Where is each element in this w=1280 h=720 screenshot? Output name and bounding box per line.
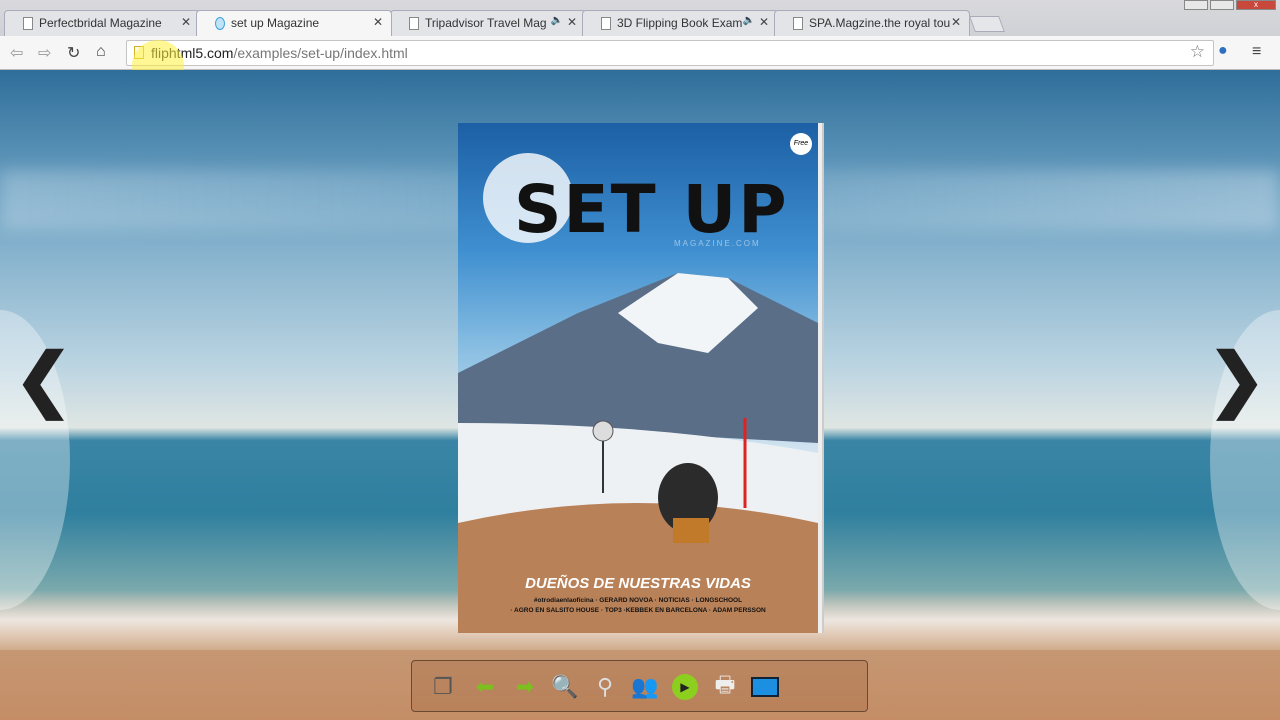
window-controls: x [1184, 0, 1276, 10]
close-tab-icon[interactable]: ✕ [567, 15, 577, 29]
tab-label: SPA.Magzine.the royal tou [809, 16, 951, 30]
tab-label: Tripadvisor Travel Mag [425, 16, 547, 30]
tab-label: Perfectbridal Magazine [39, 16, 162, 30]
menu-icon[interactable]: ≡ [1252, 43, 1261, 61]
url-domain: fliphtml5.com [151, 45, 234, 61]
share-icon[interactable]: 👥 [630, 673, 660, 701]
tab-label: 3D Flipping Book Exam [617, 16, 743, 30]
fliphtml5-icon [215, 17, 225, 30]
close-tab-icon[interactable]: ✕ [181, 15, 191, 29]
cover-headline: DUEÑOS DE NUESTRAS VIDAS [525, 575, 751, 592]
home-icon[interactable]: ⌂ [96, 43, 106, 61]
minimize-button[interactable] [1184, 0, 1208, 10]
flipbook-stage: ❮ ❯ Free SET UP MAGAZINE.COM DUEÑOS DE N… [0, 70, 1280, 720]
back-icon[interactable]: ⇦ [10, 43, 23, 63]
page-icon [23, 17, 33, 30]
flipbook-toolbar: ❐ ⬅ ➡ 🔍 ⚲ 👥 ▶ 🖶 [411, 660, 868, 712]
close-tab-icon[interactable]: ✕ [373, 15, 383, 29]
print-icon[interactable]: 🖶 [710, 672, 740, 701]
reload-icon[interactable]: ↻ [67, 43, 80, 63]
free-badge: Free [790, 133, 812, 155]
fullscreen-icon[interactable] [750, 673, 780, 701]
globe-icon[interactable]: ● [1218, 42, 1228, 60]
cover-title: SET UP [514, 171, 789, 248]
next-page-arrow[interactable]: ❯ [1207, 338, 1266, 420]
cover-credits-1: #otrodiaenlaoficina · GERARD NOVOA · NOT… [533, 597, 743, 604]
star-icon[interactable]: ☆ [1190, 42, 1205, 62]
address-bar[interactable]: fliphtml5.com/examples/set-up/index.html… [126, 40, 1214, 66]
tab-perfectbridal[interactable]: Perfectbridal Magazine ✕ [4, 10, 200, 36]
audio-icon: 🔈 [742, 15, 755, 26]
magazine-cover[interactable]: Free SET UP MAGAZINE.COM DUEÑOS DE NUEST… [458, 123, 818, 633]
browser-toolbar: ⇦ ⇨ ↻ ⌂ fliphtml5.com/examples/set-up/in… [0, 36, 1280, 70]
thumbnails-icon[interactable]: ❐ [428, 673, 458, 701]
page-icon [134, 46, 144, 59]
cover-credits-2: · AGRO EN SALSITO HOUSE · TOP3 ·KEBBEK E… [510, 607, 766, 614]
maximize-button[interactable] [1210, 0, 1234, 10]
close-tab-icon[interactable]: ✕ [759, 15, 769, 29]
prev-page-icon[interactable]: ⬅ [470, 673, 500, 701]
close-tab-icon[interactable]: ✕ [951, 15, 961, 29]
forward-icon[interactable]: ⇨ [38, 43, 51, 63]
page-icon [793, 17, 803, 30]
page-icon [409, 17, 419, 30]
audio-icon: 🔈 [550, 15, 563, 26]
prev-page-arrow[interactable]: ❮ [14, 338, 73, 420]
search-icon[interactable]: ⚲ [590, 673, 620, 701]
new-tab-button[interactable] [969, 16, 1005, 32]
tab-set-up[interactable]: set up Magazine ✕ [196, 10, 392, 36]
zoom-in-icon[interactable]: 🔍 [550, 673, 580, 701]
url-path: /examples/set-up/index.html [233, 45, 408, 61]
page-icon [601, 17, 611, 30]
autoplay-icon[interactable]: ▶ [670, 673, 700, 701]
tab-label: set up Magazine [231, 16, 320, 30]
tab-bar: x Perfectbridal Magazine ✕ set up Magazin… [0, 0, 1280, 36]
cover-subtitle: MAGAZINE.COM [674, 239, 761, 248]
tab-spa[interactable]: SPA.Magzine.the royal tou ✕ [774, 10, 970, 36]
next-page-icon[interactable]: ➡ [510, 673, 540, 701]
tab-tripadvisor[interactable]: Tripadvisor Travel Mag 🔈 ✕ [390, 10, 586, 36]
close-window-button[interactable]: x [1236, 0, 1276, 10]
tab-3d-flipping[interactable]: 3D Flipping Book Exam 🔈 ✕ [582, 10, 778, 36]
